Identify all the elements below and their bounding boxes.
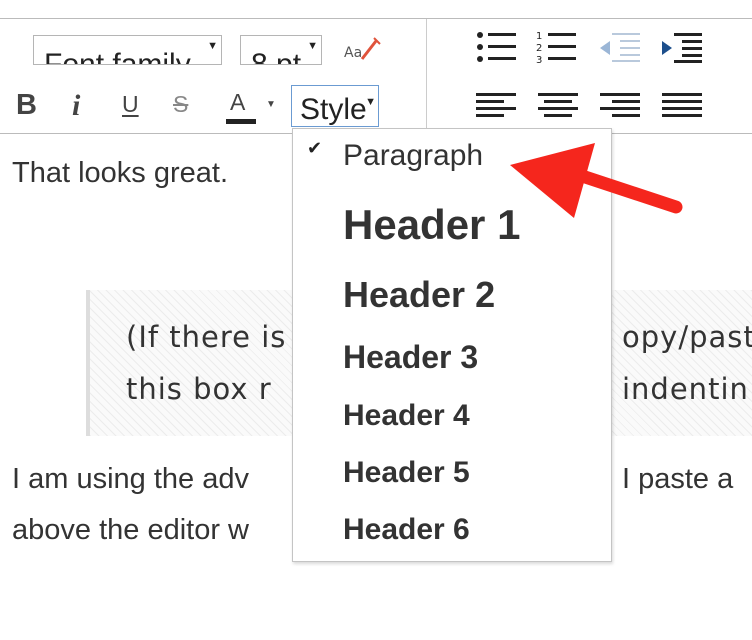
indent-icon (662, 33, 702, 63)
style-option-header-2[interactable]: Header 2 (343, 274, 495, 316)
align-center-icon (538, 93, 578, 117)
align-justify-icon (662, 93, 702, 117)
paragraph-line-1-start: I am using the adv (12, 463, 249, 495)
chevron-down-icon: ▼ (307, 40, 318, 52)
blockquote-line-1-start: (If there is (126, 320, 287, 354)
style-option-header-6[interactable]: Header 6 (343, 513, 470, 547)
underline-icon: U (122, 91, 139, 117)
style-select-label: Style (300, 93, 367, 126)
bold-icon: B (16, 89, 37, 121)
style-select[interactable]: Style ▼ (291, 85, 379, 127)
text-color-icon: A (230, 89, 246, 115)
style-option-header-3[interactable]: Header 3 (343, 339, 478, 376)
paragraph-line-1-end: I paste a (622, 463, 734, 495)
outdent-button[interactable] (598, 29, 642, 65)
underline-button[interactable]: U (120, 89, 146, 123)
align-left-icon (476, 93, 516, 117)
toolbar-divider (426, 19, 427, 133)
svg-text:2: 2 (536, 43, 542, 54)
font-family-select[interactable]: Font family ▼ (33, 35, 222, 65)
font-size-select[interactable]: 8 pt ▼ (240, 35, 322, 65)
editor-line-1: That looks great. (12, 157, 228, 189)
blockquote-line-2-end: indentin (622, 372, 749, 406)
align-right-button[interactable] (600, 89, 642, 123)
blockquote-line-2-start: this box r (126, 372, 272, 406)
style-option-header-5[interactable]: Header 5 (343, 456, 470, 490)
align-center-button[interactable] (538, 89, 580, 123)
font-size-label: 8 pt (251, 48, 302, 65)
style-option-header-1[interactable]: Header 1 (343, 201, 520, 249)
italic-icon: i (72, 89, 81, 122)
bold-button[interactable]: B (14, 89, 44, 123)
numbered-list-icon: 1 2 3 (536, 31, 576, 66)
text-color-button[interactable]: A ▼ (226, 89, 278, 125)
indent-button[interactable] (660, 29, 704, 65)
style-dropdown-menu: ✔ Paragraph Header 1 Header 2 Header 3 H… (292, 128, 612, 562)
blockquote-line-1-end: opy/past (622, 320, 752, 354)
numbered-list-button[interactable]: 1 2 3 (536, 29, 578, 66)
align-left-button[interactable] (476, 89, 518, 123)
editor-toolbar: Font family ▼ 8 pt ▼ Aa B i U S A ▼ Styl… (0, 18, 752, 134)
clear-formatting-icon (360, 37, 381, 60)
svg-text:1: 1 (536, 31, 542, 42)
strikethrough-button[interactable]: S (171, 89, 197, 123)
checkmark-icon: ✔ (307, 138, 323, 158)
bullet-list-button[interactable] (476, 29, 518, 65)
chevron-down-icon: ▼ (365, 96, 376, 108)
clear-formatting-button[interactable]: Aa (344, 35, 384, 69)
chevron-down-icon: ▼ (207, 40, 218, 52)
text-color-swatch (226, 119, 256, 124)
strikethrough-icon: S (173, 91, 189, 117)
bullet-list-icon (477, 32, 516, 62)
align-justify-button[interactable] (662, 89, 704, 123)
font-family-label: Font family (44, 48, 191, 65)
svg-text:3: 3 (536, 55, 542, 65)
align-right-icon (600, 93, 640, 117)
italic-button[interactable]: i (70, 89, 92, 123)
paragraph-line-2-start: above the editor w (12, 514, 249, 546)
style-option-paragraph[interactable]: Paragraph (343, 139, 483, 173)
outdent-icon (600, 33, 640, 62)
chevron-down-icon: ▼ (266, 99, 276, 110)
style-option-header-4[interactable]: Header 4 (343, 399, 470, 433)
